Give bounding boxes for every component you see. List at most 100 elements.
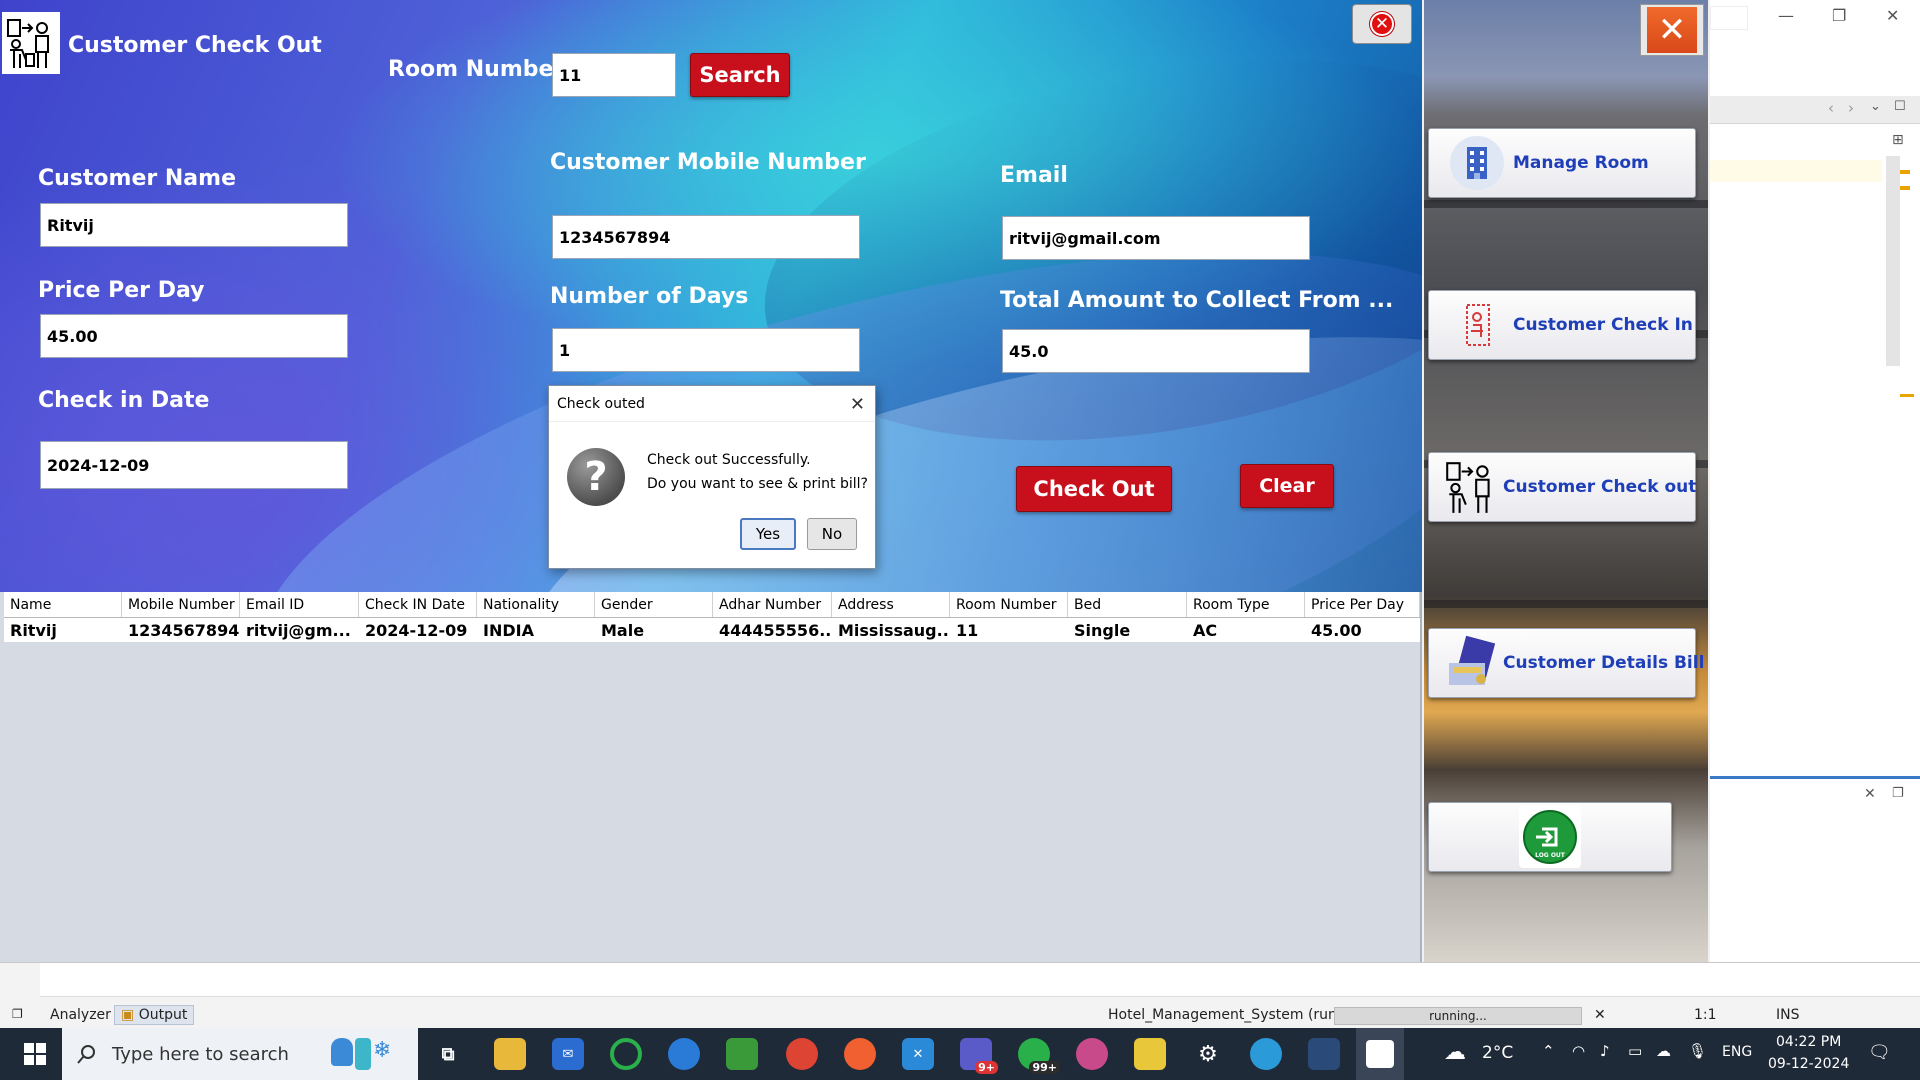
warning-marker[interactable] [1900,394,1914,397]
grid-icon[interactable]: ⊞ [1892,132,1904,148]
chrome-icon[interactable] [786,1038,818,1070]
maximize-icon[interactable]: ☐ [1894,99,1906,114]
total-amount-field[interactable]: 45.0 [1002,329,1310,373]
error-marker[interactable] [1900,170,1910,174]
start-button[interactable] [10,1028,60,1080]
check-out-button[interactable]: Check Out [1016,466,1172,512]
clock-date[interactable]: 09-12-2024 [1768,1056,1849,1072]
tab-output[interactable]: ▣ Output [114,1005,195,1025]
cube-app-icon[interactable] [1134,1038,1166,1070]
column-header-check-in-date[interactable]: Check IN Date [359,592,477,617]
column-header-email[interactable]: Email ID [240,592,359,617]
vscode-icon[interactable]: ✕ [902,1038,934,1070]
email-field[interactable]: ritvij@gmail.com [1002,216,1310,260]
close-icon[interactable]: ✕ [1864,786,1876,802]
app-ring-icon[interactable] [610,1038,642,1070]
docker-icon[interactable] [1250,1038,1282,1070]
table-cell: Mississaug... [838,620,950,640]
customer-details-bill-label: Customer Details Bill [1503,653,1705,673]
paint-icon[interactable] [1076,1038,1108,1070]
notifications-icon[interactable]: 🗨 [1868,1042,1891,1063]
column-header-nationality[interactable]: Nationality [477,592,595,617]
editor-scrollbar[interactable] [1886,156,1900,366]
column-header-name[interactable]: Name [4,592,122,617]
java-app-icon[interactable] [1356,1028,1404,1080]
battery-icon[interactable]: ▭ [1628,1042,1642,1060]
close-menu-button[interactable]: ✕ [1640,4,1704,56]
restore-icon[interactable]: ❐ [1892,786,1904,801]
manage-room-button[interactable]: Manage Room [1428,128,1696,198]
clear-button[interactable]: Clear [1240,464,1334,508]
column-header-address[interactable]: Address [832,592,950,617]
mobile-number-field[interactable]: 1234567894 [552,215,860,259]
minimize-icon[interactable]: — [1778,6,1794,25]
column-header-bed[interactable]: Bed [1068,592,1187,617]
column-header-room-type[interactable]: Room Type [1187,592,1305,617]
bill-icon [1441,633,1501,693]
microphone-icon[interactable]: 🎙 [1688,1042,1707,1060]
column-header-room-number[interactable]: Room Number [950,592,1068,617]
checkout-window: Customer Check Out Room Number 11 Search… [0,0,1422,962]
customer-details-bill-button[interactable]: Customer Details Bill [1428,628,1704,698]
language-indicator[interactable]: ENG [1722,1044,1752,1060]
weather-temperature[interactable]: 2°C [1482,1043,1513,1063]
number-of-days-field[interactable]: 1 [552,328,860,372]
onedrive-icon[interactable]: ☁ [1656,1042,1671,1060]
close-icon[interactable]: ✕ [1886,6,1899,25]
close-window-button[interactable]: ✕ [1352,4,1412,44]
column-header-mobile[interactable]: Mobile Number [122,592,240,617]
clock-time[interactable]: 04:22 PM [1776,1034,1841,1050]
restore-icon[interactable]: ❐ [12,1007,23,1021]
weather-cloud-icon[interactable]: ☁ [1444,1040,1466,1065]
run-status: Hotel_Management_System (run) [1108,1007,1343,1023]
customer-name-label: Customer Name [38,166,236,191]
chevron-right-icon[interactable]: › [1848,99,1854,117]
dialog-message-line: Check out Successfully. [647,452,811,468]
output-area[interactable] [40,963,1920,997]
warning-marker[interactable] [1900,186,1910,190]
customer-check-out-label: Customer Check out [1503,477,1697,497]
price-per-day-field[interactable]: 45.00 [40,314,348,358]
notepad-icon[interactable] [726,1038,758,1070]
stop-run-icon[interactable]: ✕ [1594,1007,1606,1023]
building-stripe [1424,600,1708,608]
column-header-adhar[interactable]: Adhar Number [713,592,832,617]
table-cell: 11 [956,620,979,640]
table-cell: Single [1074,620,1131,640]
room-number-input[interactable]: 11 [552,53,676,97]
restore-icon[interactable]: ❐ [1832,6,1846,25]
logout-button[interactable]: LOG OUT [1428,802,1672,872]
whatsapp-icon[interactable]: 99+ [1018,1038,1060,1074]
tab-analyzer[interactable]: Analyzer [50,1007,111,1023]
check-in-date-field[interactable]: 2024-12-09 [40,441,348,489]
column-header-price[interactable]: Price Per Day [1305,592,1420,617]
wifi-icon[interactable]: ◠ [1572,1042,1585,1060]
insert-mode: INS [1776,1007,1800,1023]
settings-gear-icon[interactable]: ⚙ [1192,1038,1224,1070]
file-explorer-icon[interactable] [494,1038,526,1070]
whatsapp-badge: 99+ [1029,1061,1060,1074]
volume-icon[interactable]: ♪ [1600,1042,1610,1060]
customer-name-field[interactable]: Ritvij [40,203,348,247]
check-in-icon [1447,295,1507,355]
chevron-down-icon[interactable]: ⌄ [1870,99,1881,114]
column-header-gender[interactable]: Gender [595,592,713,617]
tray-chevron-up-icon[interactable]: ⌃ [1542,1042,1555,1060]
teams-icon[interactable]: 9+ [960,1038,998,1074]
dialog-close-icon[interactable]: ✕ [850,394,865,415]
taskbar-search[interactable]: Type here to search ❄ [62,1028,418,1080]
logout-icon: LOG OUT [1519,806,1581,868]
table-row[interactable]: Ritvij 1234567894 ritvij@gm... 2024-12-0… [4,618,1420,642]
dialog-no-button[interactable]: No [807,518,857,550]
customer-check-in-button[interactable]: Customer Check In [1428,290,1696,360]
task-view-icon[interactable]: ⧉ [432,1038,464,1070]
terminal-app-icon[interactable] [1308,1038,1340,1070]
dialog-yes-button[interactable]: Yes [740,518,796,550]
mail-icon[interactable]: ✉ [552,1038,584,1070]
postman-icon[interactable] [844,1038,876,1070]
customer-table[interactable]: Name Mobile Number Email ID Check IN Dat… [4,592,1420,960]
search-button[interactable]: Search [690,53,790,97]
edge-browser-icon[interactable] [668,1038,700,1070]
customer-check-out-button[interactable]: Customer Check out [1428,452,1696,522]
chevron-left-icon[interactable]: ‹ [1828,99,1834,117]
